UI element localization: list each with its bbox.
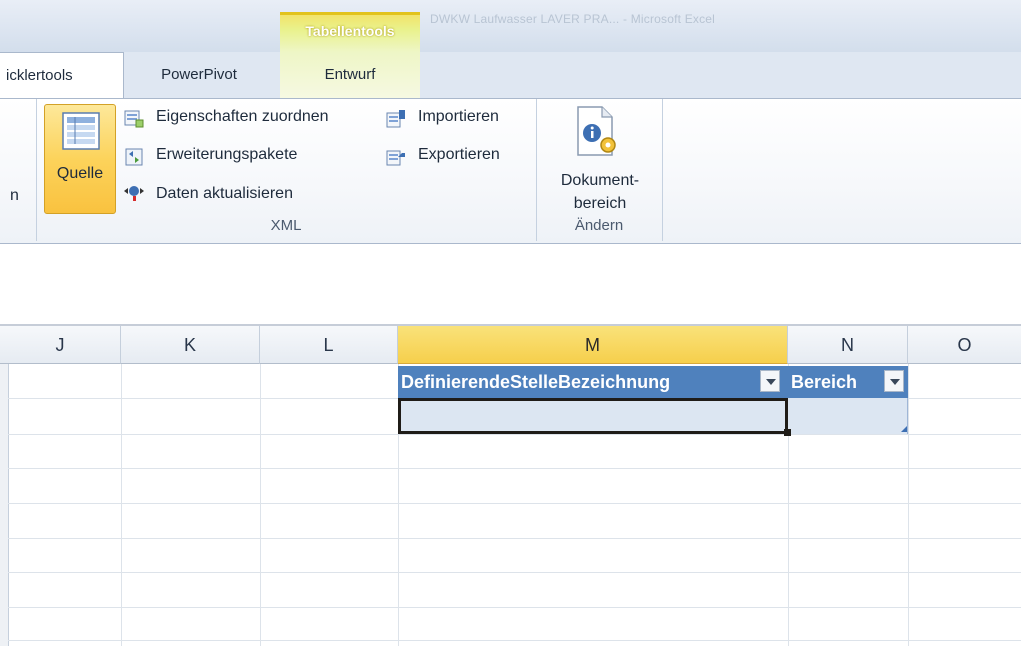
xml-source-icon	[62, 112, 100, 150]
row-header-strip	[0, 364, 9, 646]
partial-group-label: n	[10, 187, 19, 204]
window-title: DWKW Laufwasser LAVER PRA... - Microsoft…	[430, 12, 716, 26]
column-header-M[interactable]: M	[398, 326, 788, 364]
modify-group-label: Ändern	[574, 217, 624, 234]
ribbon: n Quelle Eigenschaften zuordnen Erweiter…	[0, 98, 1021, 244]
document-panel-icon	[577, 106, 616, 156]
worksheet-grid[interactable]: J K L M N O DefinierendeStelleBezeichnun…	[0, 326, 1021, 646]
grid-line	[8, 607, 1021, 608]
source-button[interactable]: Quelle	[44, 104, 116, 214]
selected-cell[interactable]	[398, 398, 788, 434]
column-header-J[interactable]: J	[0, 326, 121, 364]
tab-powerpivot[interactable]: PowerPivot	[124, 52, 274, 98]
table-cell[interactable]	[788, 398, 908, 434]
context-tab-group-header: Tabellentools	[280, 12, 420, 52]
group-separator	[662, 99, 663, 241]
table-header-label: DefinierendeStelleBezeichnung	[401, 372, 671, 392]
grid-line	[8, 538, 1021, 539]
document-panel-label: Dokument- bereich	[540, 169, 660, 215]
tab-developer-tools[interactable]: icklertools	[0, 52, 124, 99]
table-header-label: Bereich	[791, 372, 858, 392]
column-header-N[interactable]: N	[788, 326, 908, 364]
export-icon	[386, 150, 405, 166]
document-panel-label-line1: Dokument-	[560, 172, 640, 189]
export-button[interactable]: Exportieren	[418, 146, 500, 164]
column-header-L[interactable]: L	[260, 326, 398, 364]
grid-line	[908, 364, 909, 646]
document-panel-label-line2: bereich	[573, 195, 627, 212]
grid-line	[8, 468, 1021, 469]
column-header-K[interactable]: K	[121, 326, 260, 364]
grid-line	[8, 572, 1021, 573]
xml-group-label: XML	[270, 217, 302, 234]
filter-dropdown-icon[interactable]	[884, 370, 904, 392]
grid-line	[260, 364, 261, 646]
map-properties-button[interactable]: Eigenschaften zuordnen	[156, 108, 329, 126]
column-header-O[interactable]: O	[908, 326, 1021, 364]
map-properties-icon	[124, 110, 144, 128]
refresh-data-button[interactable]: Daten aktualisieren	[156, 185, 293, 203]
import-button[interactable]: Importieren	[418, 108, 499, 126]
table-header-cell[interactable]: DefinierendeStelleBezeichnung	[398, 366, 788, 398]
source-button-label: Quelle	[56, 165, 104, 182]
grid-line	[8, 503, 1021, 504]
grid-line	[121, 364, 122, 646]
grid-line	[8, 434, 1021, 435]
title-bar: DWKW Laufwasser LAVER PRA... - Microsoft…	[0, 0, 1021, 52]
expansion-packs-button[interactable]: Erweiterungspakete	[156, 146, 297, 164]
grid-line	[8, 640, 1021, 641]
filter-dropdown-icon[interactable]	[760, 370, 780, 392]
tab-design[interactable]: Entwurf	[280, 52, 420, 98]
formula-area	[0, 244, 1021, 326]
import-icon	[386, 110, 405, 128]
context-group-label: Tabellentools	[305, 23, 395, 39]
table-header-cell[interactable]: Bereich	[788, 366, 908, 398]
refresh-data-icon	[124, 186, 144, 201]
fill-handle[interactable]	[784, 429, 791, 436]
expansion-packs-icon	[125, 148, 143, 166]
ribbon-tab-row: icklertools PowerPivot Entwurf	[0, 52, 1021, 99]
document-panel-button[interactable]: Dokument- bereich	[540, 103, 660, 215]
table-resize-handle[interactable]	[901, 426, 907, 432]
